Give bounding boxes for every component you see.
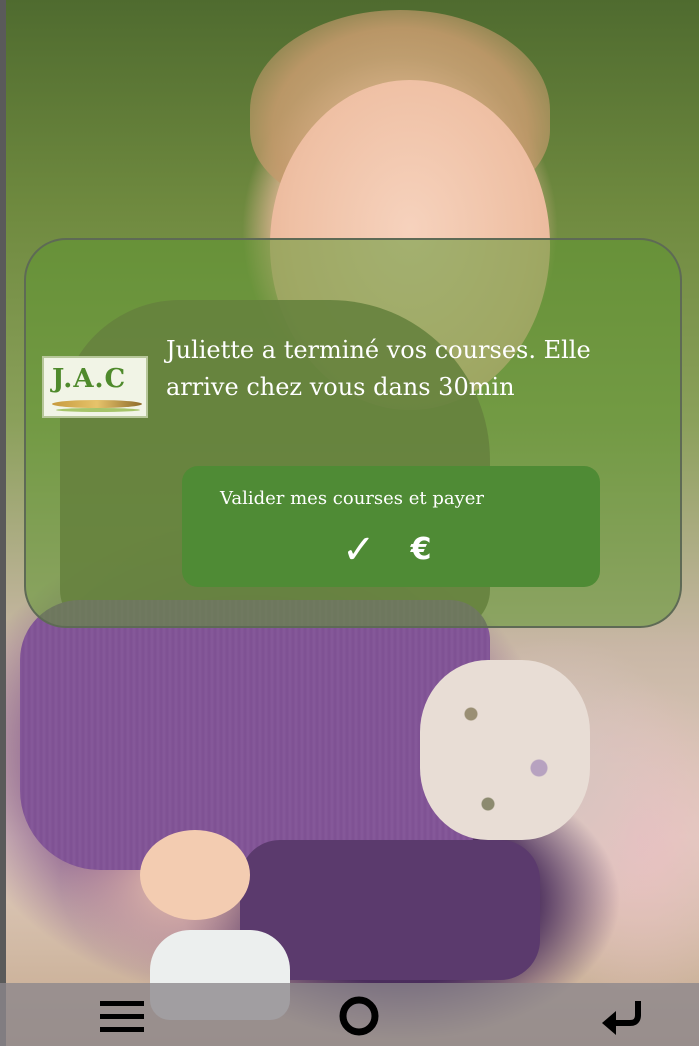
notification-card: J.A.C Juliette a terminé vos courses. El…	[24, 238, 682, 628]
back-arrow-icon[interactable]	[598, 997, 646, 1037]
app-screen: J.A.C Juliette a terminé vos courses. El…	[0, 0, 699, 1046]
photo-floral-skirt	[420, 660, 590, 840]
jac-logo: J.A.C	[42, 356, 148, 418]
menu-icon[interactable]	[100, 1001, 144, 1035]
home-circle-icon[interactable]	[338, 995, 380, 1037]
pay-button-icons: ✓ €	[342, 528, 431, 572]
logo-swoosh	[52, 400, 142, 408]
check-icon: ✓	[342, 527, 376, 573]
pay-button-label: Valider mes courses et payer	[220, 488, 485, 509]
logo-text: J.A.C	[52, 364, 127, 394]
notification-message: Juliette a terminé vos courses. Elle arr…	[166, 336, 591, 401]
logo-swoosh-accent	[56, 408, 140, 412]
screen-edge	[0, 0, 6, 1046]
euro-icon: €	[410, 532, 432, 567]
photo-hand	[140, 830, 250, 920]
validate-and-pay-button[interactable]: Valider mes courses et payer ✓ €	[182, 466, 600, 587]
bottom-navigation-bar	[0, 983, 699, 1046]
